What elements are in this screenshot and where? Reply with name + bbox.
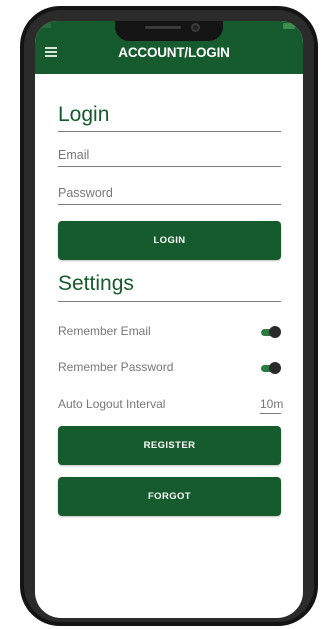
page-title: ACCOUNT/LOGIN bbox=[118, 45, 230, 60]
settings-section-title: Settings bbox=[58, 272, 134, 295]
login-button[interactable]: LOGIN bbox=[58, 221, 281, 260]
password-field[interactable] bbox=[58, 183, 281, 205]
signal-icon bbox=[41, 23, 51, 28]
login-section-divider bbox=[58, 131, 281, 132]
app-screen: ACCOUNT/LOGIN Login LOGIN Settings Remem… bbox=[35, 21, 303, 618]
password-input[interactable] bbox=[58, 183, 281, 203]
toggle-thumb bbox=[269, 326, 281, 338]
auto-logout-label: Auto Logout Interval bbox=[58, 397, 166, 411]
remember-password-label: Remember Password bbox=[58, 360, 174, 374]
settings-section-divider bbox=[58, 301, 281, 302]
remember-email-label: Remember Email bbox=[58, 324, 151, 338]
front-camera-icon bbox=[191, 23, 200, 32]
battery-icon bbox=[283, 23, 295, 29]
remember-email-toggle[interactable] bbox=[261, 326, 281, 338]
auto-logout-value[interactable]: 10m bbox=[260, 397, 283, 414]
toggle-thumb bbox=[269, 362, 281, 374]
remember-password-toggle[interactable] bbox=[261, 362, 281, 374]
register-button[interactable]: REGISTER bbox=[58, 426, 281, 465]
forgot-button[interactable]: FORGOT bbox=[58, 477, 281, 516]
speaker-grille bbox=[145, 26, 181, 29]
email-input[interactable] bbox=[58, 145, 281, 165]
email-field[interactable] bbox=[58, 145, 281, 167]
phone-notch bbox=[115, 21, 223, 41]
login-section-title: Login bbox=[58, 103, 110, 126]
